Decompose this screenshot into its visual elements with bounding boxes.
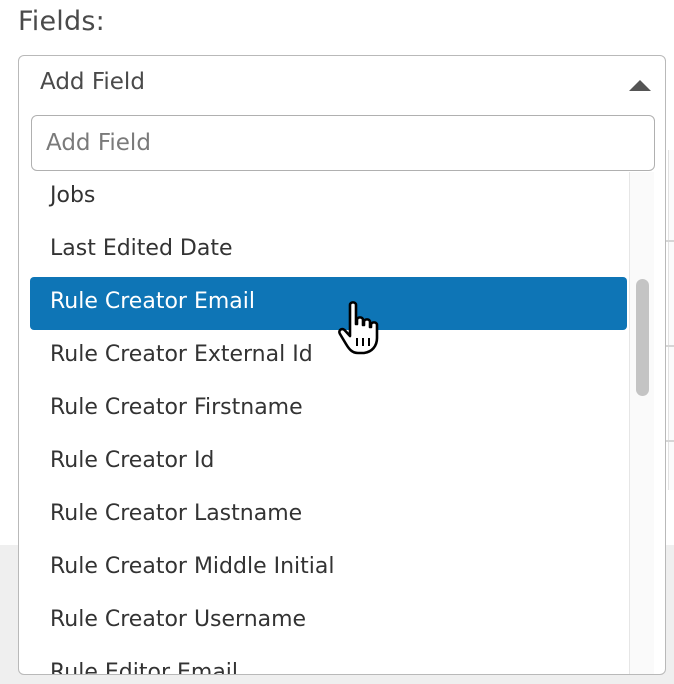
dropdown-toggle[interactable]: Add Field (19, 56, 665, 112)
background-panel (668, 150, 674, 490)
field-option[interactable]: Rule Creator Email (30, 277, 627, 330)
fields-label: Fields: (18, 6, 105, 37)
field-option[interactable]: Rule Creator Id (30, 436, 627, 489)
field-option[interactable]: Last Edited Date (30, 224, 627, 277)
field-option[interactable]: Rule Creator Lastname (30, 489, 627, 542)
field-option[interactable]: Rule Creator Middle Initial (30, 542, 627, 595)
dropdown-selected-label: Add Field (40, 69, 145, 95)
field-search-input[interactable] (31, 115, 655, 171)
field-option[interactable]: Rule Editor Email (30, 648, 627, 674)
field-option[interactable]: Rule Creator External Id (30, 330, 627, 383)
add-field-dropdown[interactable]: Add Field JobsLast Edited DateRule Creat… (18, 55, 666, 675)
options-scrollbar[interactable] (629, 172, 654, 674)
options-scrollbar-thumb[interactable] (636, 279, 649, 396)
field-option[interactable]: Rule Creator Username (30, 595, 627, 648)
field-option[interactable]: Jobs (30, 171, 627, 224)
caret-up-icon[interactable] (629, 80, 651, 91)
field-option[interactable]: Rule Creator Firstname (30, 383, 627, 436)
